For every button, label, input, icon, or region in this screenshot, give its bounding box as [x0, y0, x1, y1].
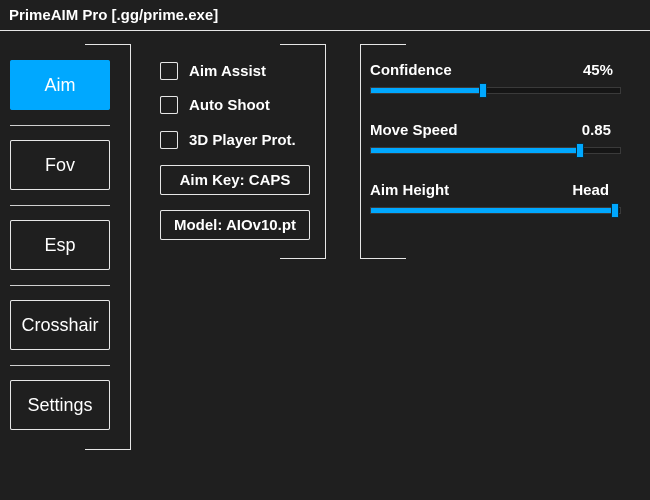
player-prot-checkbox[interactable] [160, 131, 178, 149]
nav-divider [10, 205, 110, 206]
player-prot-label: 3D Player Prot. [189, 131, 296, 149]
aim-height-value: Head [572, 182, 609, 199]
move-speed-slider-thumb[interactable] [576, 143, 585, 158]
title-bar: PrimeAIM Pro [.gg/prime.exe] [0, 0, 650, 31]
nav-divider [10, 365, 110, 366]
confidence-slider-fill [371, 88, 484, 93]
confidence-slider-thumb[interactable] [479, 83, 488, 98]
confidence-slider[interactable] [370, 83, 621, 98]
aim-height-slider-fill [371, 208, 616, 213]
nav-esp-button[interactable]: Esp [10, 220, 110, 270]
auto-shoot-checkbox[interactable] [160, 96, 178, 114]
aim-key-button[interactable]: Aim Key: CAPS [160, 165, 310, 195]
auto-shoot-option[interactable]: Auto Shoot [160, 94, 270, 116]
app-window: PrimeAIM Pro [.gg/prime.exe] Aim Fov Esp… [0, 0, 650, 500]
aim-assist-option[interactable]: Aim Assist [160, 60, 266, 82]
aim-assist-checkbox[interactable] [160, 62, 178, 80]
nav-divider [10, 285, 110, 286]
nav-crosshair-button[interactable]: Crosshair [10, 300, 110, 350]
window-title: PrimeAIM Pro [.gg/prime.exe] [9, 7, 219, 24]
aim-height-slider-thumb[interactable] [611, 203, 620, 218]
confidence-value: 45% [582, 62, 613, 79]
move-speed-label: Move Speed [370, 122, 458, 139]
aim-height-label: Aim Height [370, 182, 450, 199]
nav-fov-button[interactable]: Fov [10, 140, 110, 190]
player-prot-option[interactable]: 3D Player Prot. [160, 129, 296, 151]
move-speed-slider[interactable] [370, 143, 621, 158]
move-speed-value: 0.85 [581, 122, 611, 139]
nav-settings-button[interactable]: Settings [10, 380, 110, 430]
model-button[interactable]: Model: AIOv10.pt [160, 210, 310, 240]
aim-assist-label: Aim Assist [189, 62, 266, 80]
auto-shoot-label: Auto Shoot [189, 96, 270, 114]
confidence-label: Confidence [370, 62, 452, 79]
nav-divider [10, 125, 110, 126]
aim-height-slider[interactable] [370, 203, 621, 218]
move-speed-slider-fill [371, 148, 581, 153]
nav-aim-button[interactable]: Aim [10, 60, 110, 110]
